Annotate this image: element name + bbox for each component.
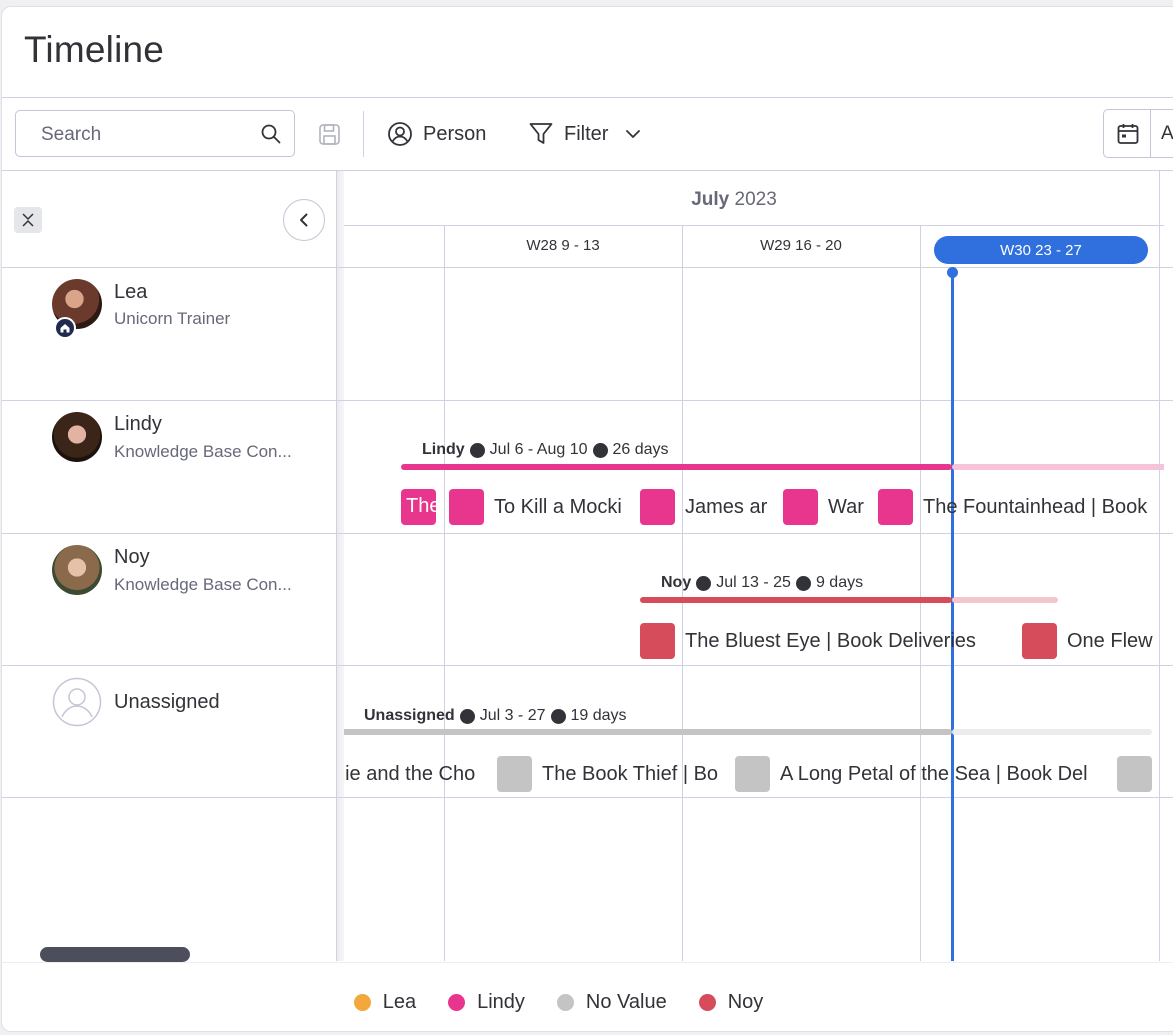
avatar [52,545,102,595]
search-icon [261,124,281,144]
filter-button[interactable]: Filter [528,120,644,148]
timeline-item[interactable]: A Long Petal of the Sea | Book Del [735,756,1106,792]
person-name: Unassigned [114,691,220,713]
filter-icon [529,123,553,144]
legend-dot [698,994,716,1011]
search-placeholder: Search [41,124,102,145]
legend-item: Lindy [448,991,525,1014]
timeline-item[interactable]: The Bluest Eye | Book Deliveries [640,623,1000,659]
week-label: - 6 [344,237,448,254]
bar-summary: Unassigned Jul 3 - 27 19 days [364,707,627,724]
timeline-item[interactable]: To Kill a Mocki [449,489,629,525]
week-gridline [920,225,921,961]
person-role: Knowledge Base Con... [114,442,292,461]
collapse-icon [22,213,34,227]
page-title: Timeline [24,29,165,70]
legend: Lea Lindy No Value Noy [2,991,1173,1014]
divider [1150,110,1151,157]
week-label: W28 9 - 13 [526,237,600,254]
current-week-label[interactable]: W30 23 - 27 [934,236,1148,264]
date-range-label: A [1161,123,1173,144]
bar-summary: Noy Jul 13 - 25 9 days [661,574,864,591]
calendar-icon [1117,124,1139,144]
week-gridline [444,225,445,961]
noy-bar-remaining[interactable] [952,597,1058,603]
pane-shadow [337,171,344,961]
collapse-all-button[interactable] [14,207,42,233]
avatar [52,412,102,462]
timeline-item[interactable]: James ar [640,489,772,525]
home-icon [54,317,76,339]
today-line [951,271,954,961]
person-filter-label: Person [423,122,487,145]
timeline-grid: July 2023 - 6 W28 9 - 13 W29 16 - 20 W30… [344,171,1164,961]
collapse-panel-button[interactable] [283,199,325,241]
person-role: Unicorn Trainer [114,309,231,328]
timeline-item[interactable]: The Fountainhead | Book [878,489,1164,525]
unassigned-avatar-icon [52,677,102,727]
legend-item: No Value [556,991,667,1014]
legend-item: Noy [698,991,763,1014]
date-range-picker[interactable]: A [1103,109,1173,158]
timeline-item[interactable]: The Book Thief | Bo [497,756,725,792]
lindy-bar[interactable] [401,464,952,470]
timeline-item[interactable] [1117,756,1157,792]
month-header: July 2023 [691,189,777,210]
divider [2,962,1173,963]
timeline-widget: Timeline Search Person Filter A Lea Unic… [1,6,1173,1032]
week-label: W29 16 - 20 [760,237,842,254]
week-gridline [682,225,683,961]
person-role: Knowledge Base Con... [114,575,292,594]
divider [2,97,1173,98]
chevron-left-icon [300,213,308,227]
chevron-down-icon[interactable] [622,123,644,145]
timeline-item[interactable]: rlie and the Cho [344,756,485,792]
divider [1159,171,1160,961]
lindy-bar-remaining[interactable] [952,464,1164,470]
divider [344,225,1164,226]
horizontal-scrollbar[interactable] [40,947,190,962]
timeline-item[interactable]: The [401,489,438,525]
person-name: Noy [114,546,150,568]
timeline-item[interactable]: One Flew [1022,623,1164,659]
divider [363,111,364,157]
unassigned-bar-remaining[interactable] [952,729,1152,735]
legend-dot [448,994,466,1011]
person-name: Lea [114,281,148,303]
legend-dot [353,994,371,1011]
legend-dot [556,994,574,1011]
unassigned-bar[interactable] [344,729,952,735]
bar-summary: Lindy Jul 6 - Aug 10 26 days [422,441,669,458]
legend-item: Lea [353,991,416,1014]
person-filter-button[interactable]: Person [387,120,486,148]
filter-label: Filter [564,122,609,145]
noy-bar[interactable] [640,597,952,603]
timeline-item[interactable]: War [783,489,869,525]
save-icon[interactable] [318,123,341,146]
search-input[interactable]: Search [15,110,295,157]
person-name: Lindy [114,413,162,435]
person-icon [388,122,412,146]
